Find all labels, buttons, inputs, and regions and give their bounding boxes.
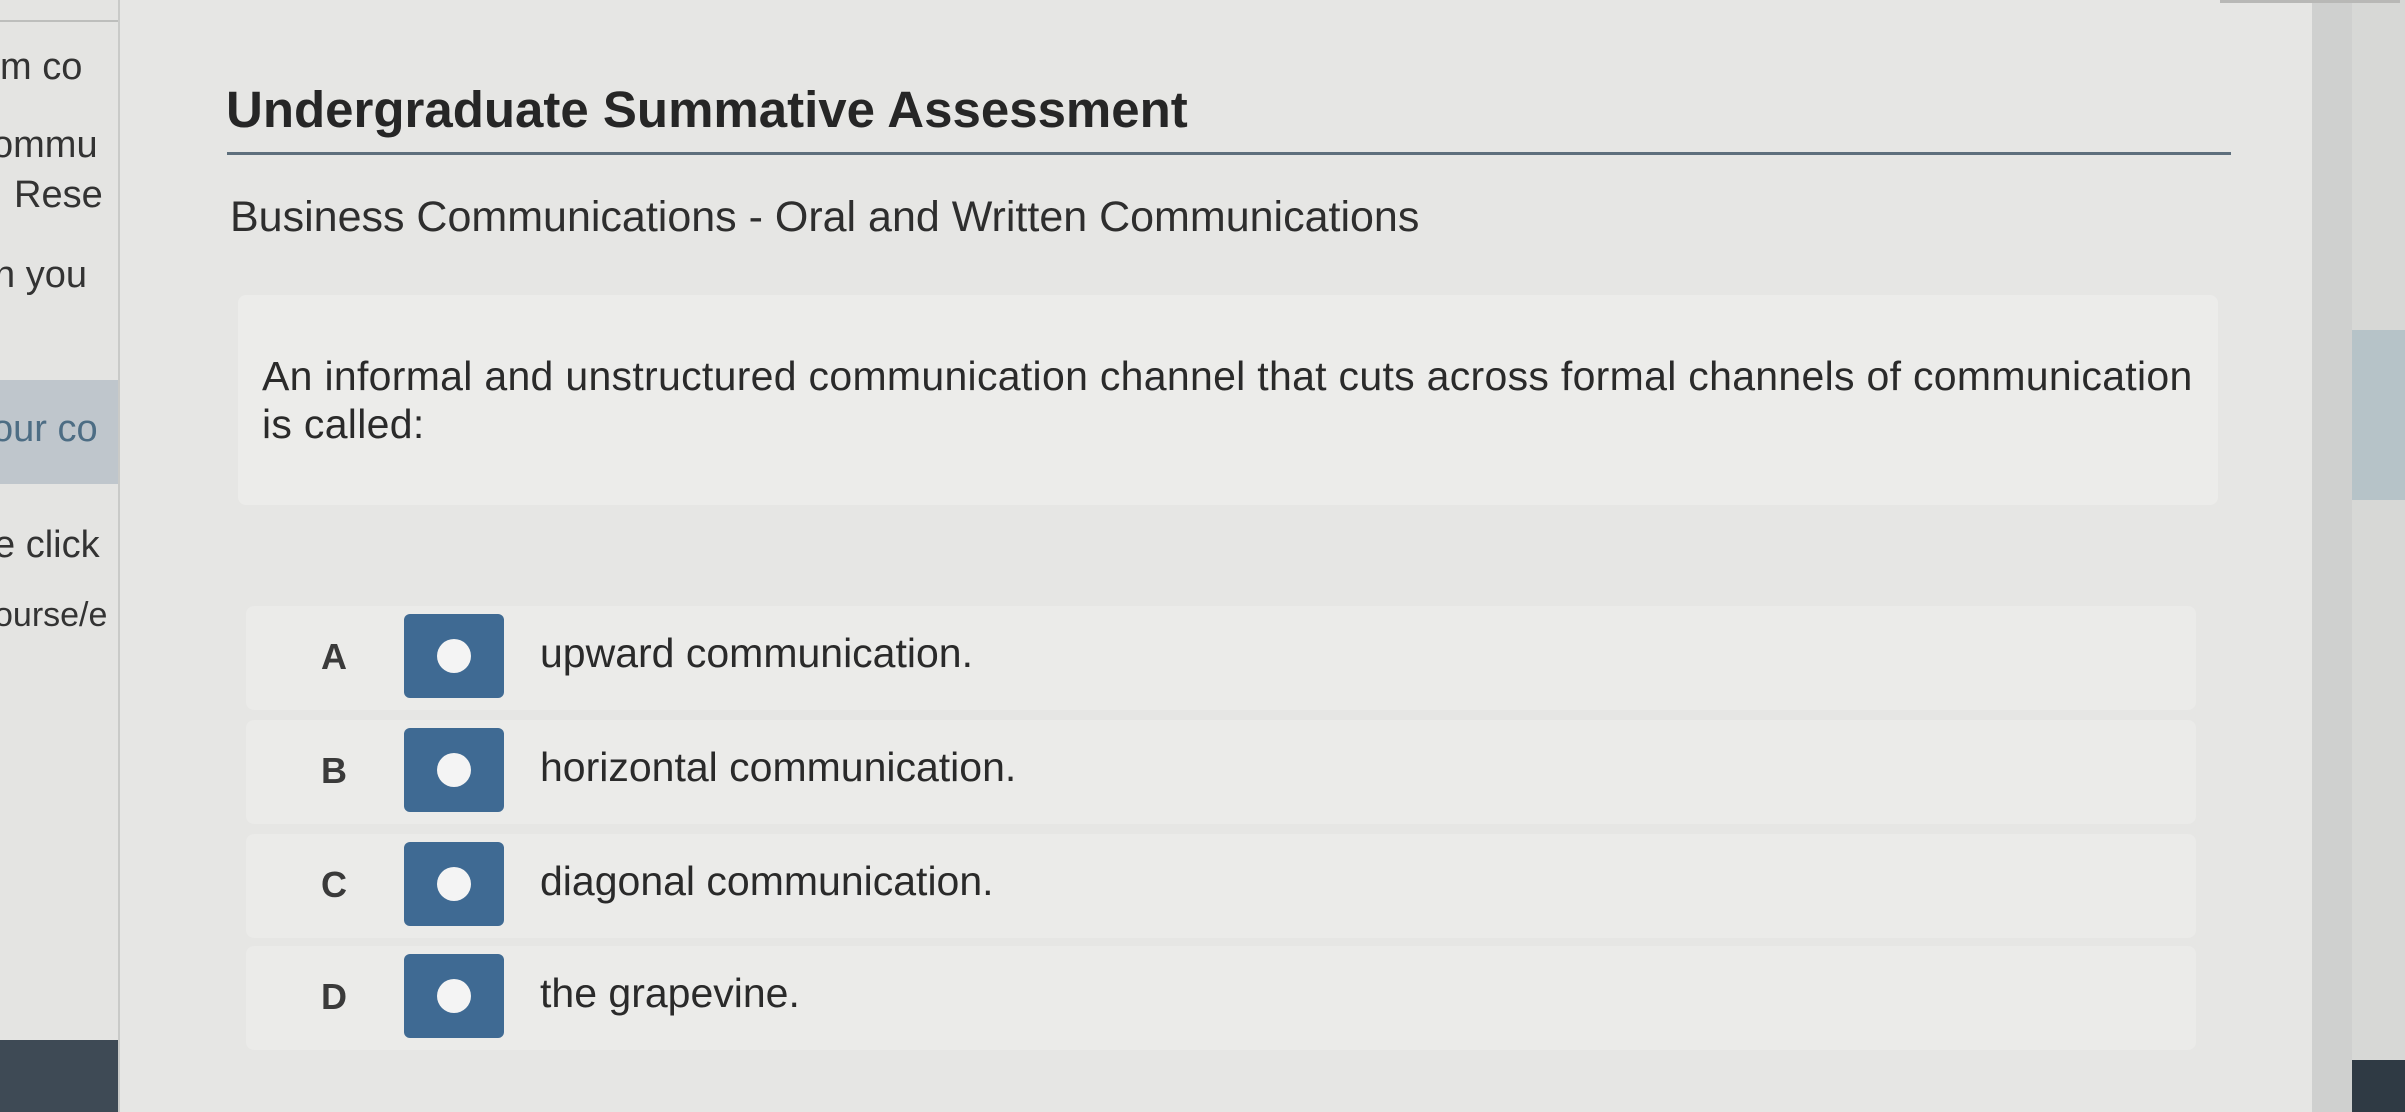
answer-option-c[interactable]: C diagonal communication. [246, 834, 2196, 938]
sidebar-fragment[interactable]: ourse/e [0, 596, 107, 635]
answer-option-d[interactable]: D the grapevine. [246, 946, 2196, 1050]
sidebar-fragment[interactable]: e click [0, 524, 100, 567]
title-divider [227, 152, 2231, 155]
option-letter: D [321, 976, 347, 1017]
option-text: horizontal communication. [540, 744, 1017, 790]
radio-button[interactable] [404, 614, 504, 698]
answer-option-b[interactable]: B horizontal communication. [246, 720, 2196, 824]
sidebar-divider [0, 20, 118, 22]
answer-option-a[interactable]: A upward communication. [246, 606, 2196, 710]
radio-circle-icon [437, 867, 471, 901]
sidebar-footer-band [0, 1040, 118, 1112]
top-divider [2220, 0, 2400, 3]
radio-circle-icon [437, 639, 471, 673]
sidebar-fragment[interactable]: Rese [14, 174, 103, 217]
radio-circle-icon [437, 979, 471, 1013]
page-title: Undergraduate Summative Assessment [226, 81, 1188, 138]
radio-button[interactable] [404, 842, 504, 926]
course-subtitle: Business Communications - Oral and Writt… [230, 193, 1420, 241]
left-sidebar: m co ommu Rese n you our co e click ours… [0, 0, 120, 1112]
option-text: the grapevine. [540, 970, 800, 1016]
right-edge [2352, 0, 2405, 1112]
radio-button[interactable] [404, 954, 504, 1038]
sidebar-fragment[interactable]: ommu [0, 124, 98, 167]
sidebar-fragment[interactable]: m co [0, 46, 82, 89]
right-edge-footer [2352, 1060, 2405, 1112]
option-text: diagonal communication. [540, 858, 994, 904]
question-text: An informal and unstructured communicati… [262, 353, 2193, 447]
radio-button[interactable] [404, 728, 504, 812]
sidebar-fragment[interactable]: our co [0, 408, 98, 451]
assessment-panel: Undergraduate Summative Assessment Busin… [120, 0, 2400, 1112]
right-edge-band [2352, 330, 2405, 500]
option-letter: C [321, 864, 347, 905]
option-letter: A [321, 636, 347, 677]
sidebar-fragment[interactable]: n you [0, 254, 87, 297]
radio-circle-icon [437, 753, 471, 787]
option-text: upward communication. [540, 630, 973, 676]
option-letter: B [321, 750, 347, 791]
